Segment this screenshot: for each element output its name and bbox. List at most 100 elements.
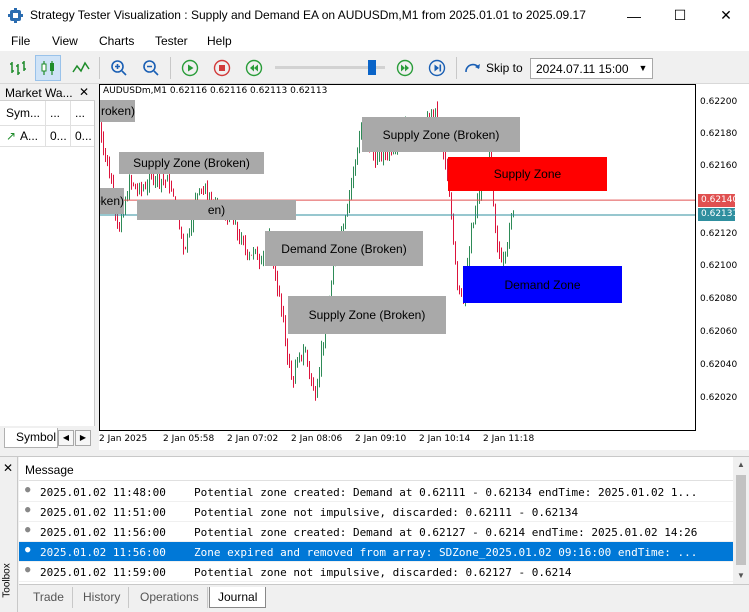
price-label: 0.62200 bbox=[700, 97, 738, 107]
price-label: 0.62120 bbox=[700, 229, 738, 239]
log-time: 2025.01.02 11:56:00 bbox=[40, 546, 166, 559]
maximize-button[interactable]: ☐ bbox=[657, 0, 703, 31]
scroll-down-icon[interactable]: ▼ bbox=[733, 568, 749, 584]
zone-label: Supply Zone (Broken) bbox=[99, 194, 124, 208]
chevron-right-icon[interactable]: ▶ bbox=[75, 430, 91, 446]
title-bar: Strategy Tester Visualization : Supply a… bbox=[0, 0, 749, 31]
menu-file[interactable]: File bbox=[11, 34, 30, 48]
stop-icon[interactable] bbox=[209, 55, 235, 81]
scrollbar-thumb[interactable] bbox=[736, 475, 746, 565]
tab-trade[interactable]: Trade bbox=[25, 587, 73, 608]
message-column-header: Message bbox=[25, 463, 74, 477]
tab-symbol[interactable]: Symbol bbox=[4, 428, 58, 448]
bar-chart-icon[interactable] bbox=[5, 55, 31, 81]
play-icon[interactable] bbox=[177, 55, 203, 81]
info-icon: ● bbox=[25, 545, 31, 555]
price-label: 0.62180 bbox=[700, 129, 738, 139]
broken-zone[interactable]: Supply Zone (Broken) bbox=[288, 296, 446, 334]
time-label: 2 Jan 07:02 bbox=[227, 434, 279, 444]
step-forward-icon[interactable] bbox=[424, 55, 450, 81]
close-button[interactable]: ✕ bbox=[703, 0, 749, 31]
market-watch-panel: Market Wa... ✕ Sym... ... ... ↗ A... 0..… bbox=[0, 84, 95, 450]
zone-label: Supply Zone bbox=[493, 167, 562, 181]
app-icon bbox=[8, 8, 23, 23]
journal-row-selected[interactable]: ● 2025.01.02 11:56:00 Zone expired and r… bbox=[19, 542, 733, 562]
column-header-bid[interactable]: ... bbox=[50, 106, 68, 120]
zone-label: Supply Zone (Broken) bbox=[382, 127, 500, 142]
column-header-symbol[interactable]: Sym... bbox=[6, 106, 46, 120]
skip-icon[interactable] bbox=[460, 55, 486, 81]
time-label: 2 Jan 11:18 bbox=[483, 434, 535, 444]
journal-scrollbar[interactable]: ▲ ▼ bbox=[733, 457, 749, 584]
skip-to-label: Skip to bbox=[486, 61, 523, 75]
market-watch-header: Market Wa... ✕ bbox=[0, 84, 95, 101]
time-label: 2 Jan 09:10 bbox=[355, 434, 407, 444]
candlestick-icon[interactable] bbox=[35, 55, 61, 81]
broken-zone[interactable]: en) bbox=[137, 200, 296, 220]
toolbox-panel: ✕ Toolbox Message ● 2025.01.02 11:48:00 … bbox=[0, 456, 749, 612]
menu-help[interactable]: Help bbox=[207, 34, 232, 48]
tab-history[interactable]: History bbox=[75, 587, 130, 608]
speed-slider-thumb[interactable] bbox=[368, 60, 376, 75]
info-icon: ● bbox=[25, 565, 31, 575]
toolbox-close-icon[interactable]: ✕ bbox=[3, 461, 13, 475]
journal-header[interactable]: Message bbox=[19, 457, 733, 481]
column-header-ask[interactable]: ... bbox=[75, 106, 93, 120]
menu-bar: File View Charts Tester Help bbox=[0, 31, 749, 51]
zoom-in-icon[interactable] bbox=[106, 55, 132, 81]
zone-label: Supply Zone (Broken) bbox=[308, 308, 426, 322]
chart-symbol-info: AUDUSDm,M1 0.62116 0.62116 0.62113 0.621… bbox=[103, 86, 328, 96]
trend-up-icon: ↗ bbox=[6, 129, 17, 143]
journal-row[interactable]: ● 2025.01.02 11:48:00 Potential zone cre… bbox=[19, 482, 733, 502]
menu-view[interactable]: View bbox=[52, 34, 78, 48]
zone-label: Demand Zone (Broken) bbox=[281, 241, 407, 256]
broken-zone[interactable]: roken) bbox=[99, 100, 135, 122]
price-label: 0.62160 bbox=[700, 161, 738, 171]
faster-icon[interactable] bbox=[392, 55, 418, 81]
price-label: 0.62020 bbox=[700, 393, 738, 403]
info-icon: ● bbox=[25, 525, 31, 535]
supply-zone[interactable]: Supply Zone bbox=[448, 157, 607, 191]
calendar-dropdown-icon[interactable]: ▼ bbox=[636, 61, 650, 76]
price-chart[interactable]: roken) Supply Zone (Broken) Supply Zone (B… bbox=[99, 84, 696, 431]
journal-row[interactable]: ● 2025.01.02 11:51:00 Potential zone not… bbox=[19, 502, 733, 522]
slower-icon[interactable] bbox=[241, 55, 267, 81]
log-time: 2025.01.02 11:56:00 bbox=[40, 526, 166, 539]
symbol-name: A... bbox=[20, 129, 39, 143]
bid-price-tag: 0.62140 bbox=[698, 194, 738, 207]
window-title: Strategy Tester Visualization : Supply a… bbox=[30, 8, 586, 22]
broken-zone[interactable]: Demand Zone (Broken) bbox=[265, 231, 423, 266]
ask-price-tag: 0.62131 bbox=[698, 208, 738, 221]
log-message: Potential zone not impulsive, discarded:… bbox=[194, 566, 572, 579]
market-watch-close-icon[interactable]: ✕ bbox=[79, 85, 89, 99]
log-message: Potential zone created: Demand at 0.6212… bbox=[194, 526, 698, 539]
zoom-out-icon[interactable] bbox=[138, 55, 164, 81]
toolbar: Skip to 2024.07.11 15:00 ▼ bbox=[0, 51, 749, 84]
menu-tester[interactable]: Tester bbox=[155, 34, 188, 48]
line-chart-icon[interactable] bbox=[68, 55, 94, 81]
journal-row[interactable]: ● 2025.01.02 11:56:00 Potential zone cre… bbox=[19, 522, 733, 542]
log-time: 2025.01.02 11:59:00 bbox=[40, 566, 166, 579]
tab-journal[interactable]: Journal bbox=[209, 587, 267, 608]
scroll-up-icon[interactable]: ▲ bbox=[733, 457, 749, 473]
log-time: 2025.01.02 11:48:00 bbox=[40, 486, 166, 499]
market-watch-row[interactable]: ↗ A... 0... 0... bbox=[0, 126, 94, 146]
log-message: Potential zone created: Demand at 0.6211… bbox=[194, 486, 698, 499]
minimize-button[interactable]: — bbox=[611, 0, 657, 31]
journal-row[interactable]: ● 2025.01.02 11:59:00 Potential zone not… bbox=[19, 562, 733, 582]
menu-charts[interactable]: Charts bbox=[99, 34, 134, 48]
skip-date-picker[interactable]: 2024.07.11 15:00 ▼ bbox=[530, 58, 653, 79]
time-label: 2 Jan 08:06 bbox=[291, 434, 343, 444]
time-label: 2 Jan 2025 bbox=[99, 434, 148, 444]
market-watch-tabs: Symbol ◀ ▶ bbox=[0, 426, 95, 450]
info-icon: ● bbox=[25, 505, 31, 515]
broken-zone[interactable]: Supply Zone (Broken) bbox=[362, 117, 520, 152]
broken-zone[interactable]: Supply Zone (Broken) bbox=[99, 188, 124, 214]
time-axis: 2 Jan 2025 2 Jan 05:58 2 Jan 07:02 2 Jan… bbox=[99, 431, 749, 450]
demand-zone[interactable]: Demand Zone bbox=[463, 266, 622, 303]
broken-zone[interactable]: Supply Zone (Broken) bbox=[119, 152, 264, 174]
time-label: 2 Jan 05:58 bbox=[163, 434, 215, 444]
chevron-left-icon[interactable]: ◀ bbox=[58, 430, 74, 446]
tab-operations[interactable]: Operations bbox=[132, 587, 208, 608]
info-icon: ● bbox=[25, 485, 31, 495]
